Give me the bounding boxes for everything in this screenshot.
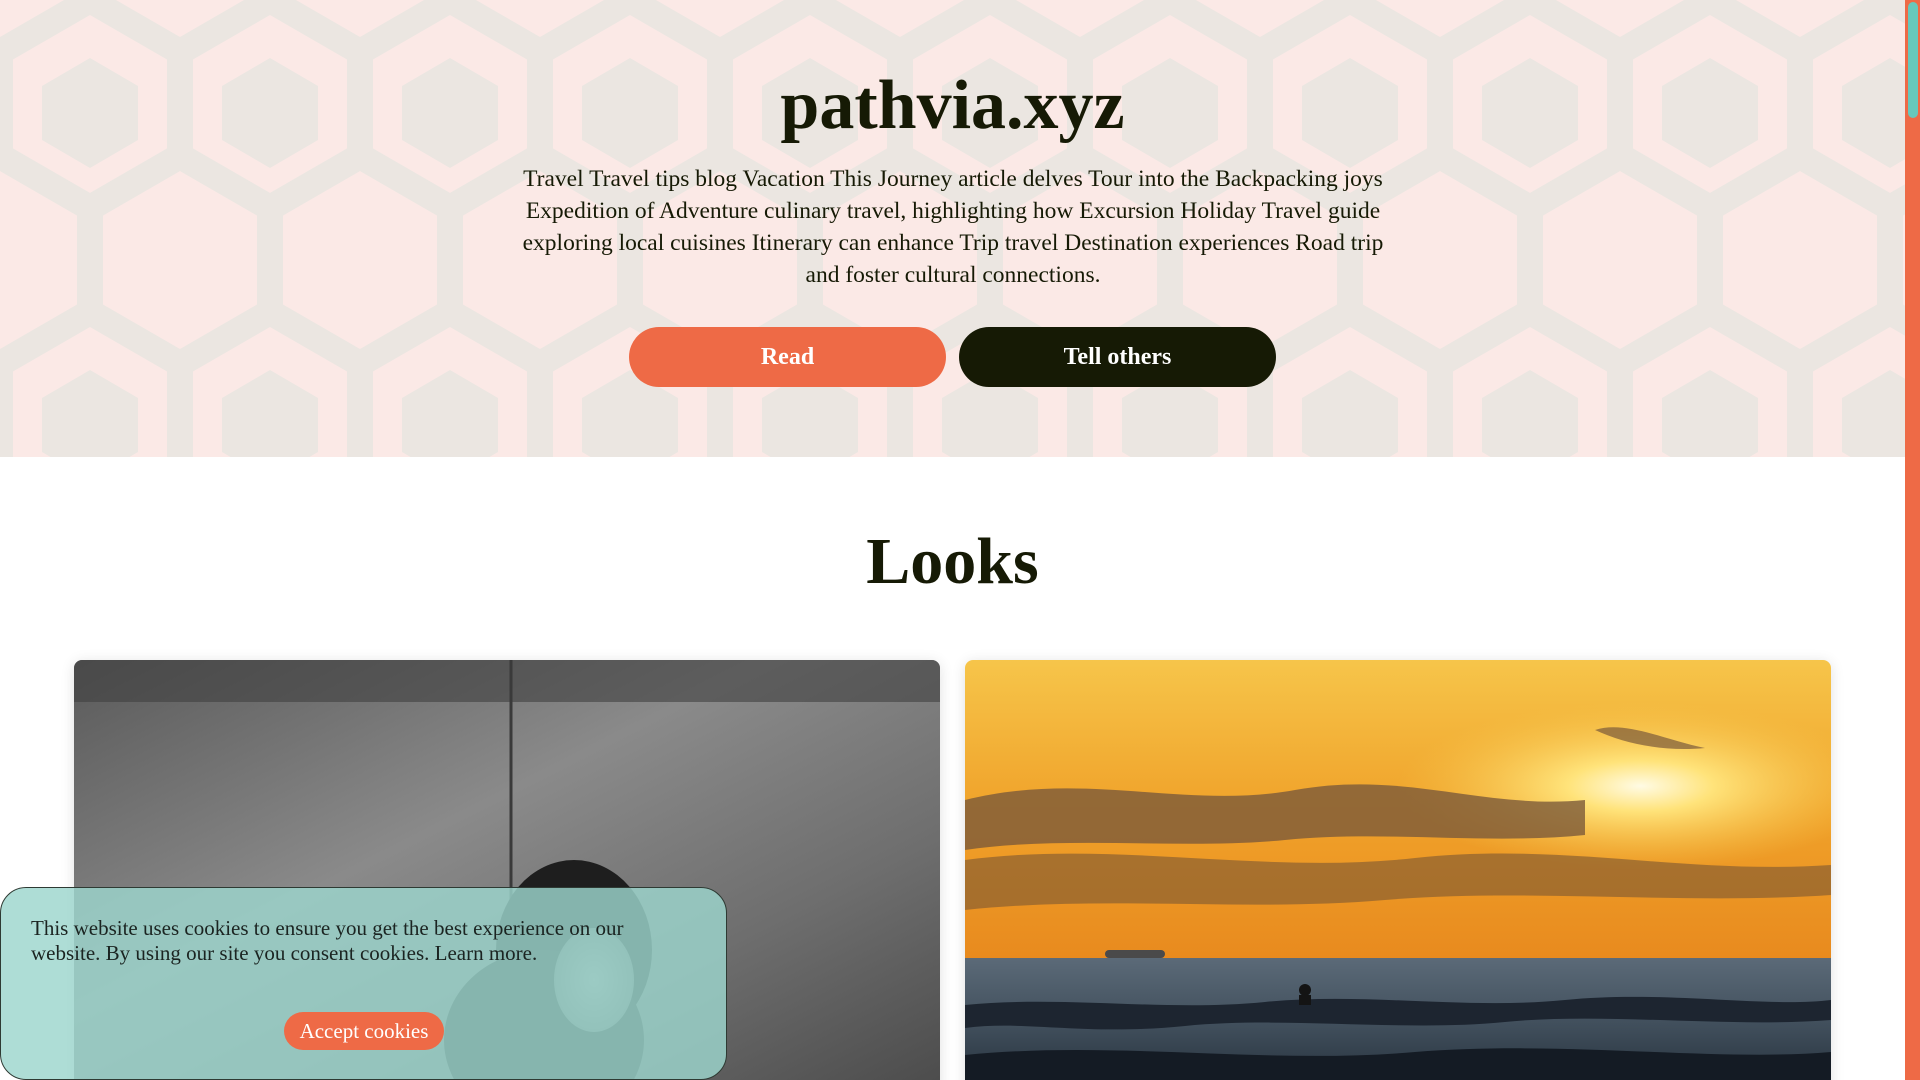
looks-card-sunset-photo[interactable] <box>965 660 1831 1080</box>
looks-section-title: Looks <box>866 525 1039 598</box>
hero-content: pathvia.xyz Travel Travel tips blog Vaca… <box>0 0 1905 457</box>
hero-description: Travel Travel tips blog Vacation This Jo… <box>522 166 1384 288</box>
accept-cookies-button[interactable]: Accept cookies <box>284 1012 444 1050</box>
page: pathvia.xyz Travel Travel tips blog Vaca… <box>0 0 1905 1080</box>
cookie-banner: This website uses cookies to ensure you … <box>0 887 727 1080</box>
read-button[interactable]: Read <box>629 327 946 387</box>
tell-others-button[interactable]: Tell others <box>959 327 1276 387</box>
site-title: pathvia.xyz <box>780 67 1125 144</box>
cookie-message: This website uses cookies to ensure you … <box>31 916 624 965</box>
sunset-photo-image <box>965 660 1831 1080</box>
scrollbar-thumb[interactable] <box>1908 2 1918 118</box>
page-scrollbar[interactable] <box>1905 0 1920 1080</box>
hero-section: pathvia.xyz Travel Travel tips blog Vaca… <box>0 0 1905 457</box>
